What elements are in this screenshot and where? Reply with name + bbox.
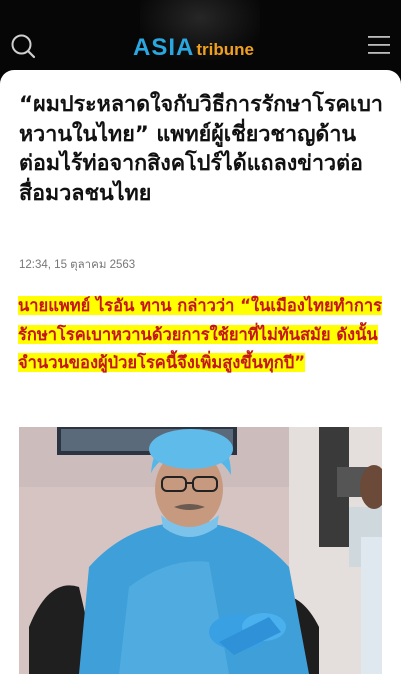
site-logo[interactable]: ASIA tribune (133, 31, 254, 61)
hamburger-menu-icon (368, 36, 390, 54)
article-lead-text: นายแพทย์ ไรอัน ทาน กล่าวว่า “ในเมืองไทยท… (18, 296, 382, 372)
menu-button[interactable] (366, 34, 392, 56)
logo-asia-text: ASIA (133, 34, 195, 61)
article-photo (19, 427, 382, 674)
doctor-photo-illustration (19, 427, 382, 674)
article-card: “ผมประหลาดใจกับวิธีการรักษาโรคเบาหวานในไ… (0, 70, 401, 674)
article-timestamp: 12:34, 15 ตุลาคม 2563 (19, 259, 136, 271)
article-headline: “ผมประหลาดใจกับวิธีการรักษาโรคเบาหวานในไ… (19, 92, 383, 206)
search-icon (11, 34, 36, 59)
logo-tribune-text: tribune (196, 40, 254, 59)
article-lead: นายแพทย์ ไรอัน ทาน กล่าวว่า “ในเมืองไทยท… (18, 292, 384, 378)
search-button[interactable] (8, 31, 38, 61)
